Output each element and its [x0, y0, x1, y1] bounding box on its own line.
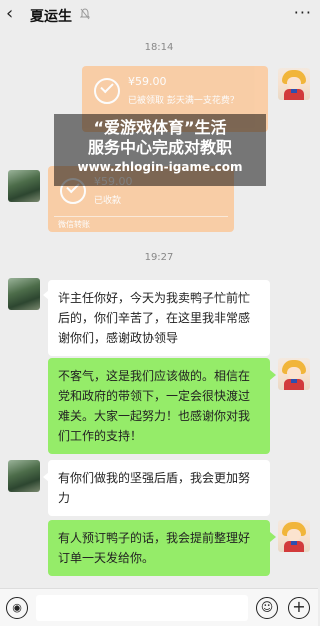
voice-icon[interactable]: ◉: [6, 597, 28, 619]
avatar-self[interactable]: [278, 358, 310, 390]
avatar-self[interactable]: [278, 68, 310, 100]
back-button[interactable]: ‹: [6, 4, 24, 24]
plus-icon[interactable]: +: [288, 597, 310, 619]
emoji-icon[interactable]: ☺: [256, 597, 278, 619]
avatar-contact[interactable]: [8, 278, 40, 310]
timestamp: 19:27: [144, 252, 174, 263]
message-bubble[interactable]: 许主任你好，今天为我卖鸭子忙前忙后的，你们辛苦了，在这里我非常感谢你们，感谢政协…: [48, 280, 270, 356]
watermark-url: www.zhlogin-igame.com: [77, 160, 243, 174]
watermark-overlay: “爱游戏体育”生活 服务中心完成对教职 www.zhlogin-igame.co…: [54, 114, 266, 186]
bubble-tail: [270, 370, 276, 380]
more-options-button[interactable]: ···: [294, 3, 312, 22]
avatar-contact[interactable]: [8, 170, 40, 202]
avatar-contact[interactable]: [8, 460, 40, 492]
transfer-status: 已收款: [94, 196, 122, 206]
message-bubble[interactable]: 有你们做我的坚强后盾，我会更加努力: [48, 460, 270, 516]
mute-icon: [80, 8, 90, 20]
input-bar: ◉ ☺ +: [0, 588, 318, 626]
transfer-status: 已被领取 彭天满一支花费？: [128, 96, 239, 106]
transfer-divider: [54, 216, 228, 217]
chat-title: 夏运生: [30, 9, 72, 25]
message-input[interactable]: [36, 595, 248, 621]
watermark-line: 服务中心完成对教职: [87, 138, 232, 157]
message-bubble[interactable]: 有人预订鸭子的话，我会提前整理好订单一天发给你。: [48, 520, 270, 576]
avatar-self[interactable]: [278, 520, 310, 552]
transfer-amount: ¥59.00: [128, 75, 167, 88]
bubble-tail: [270, 532, 276, 542]
timestamp: 18:14: [144, 42, 174, 53]
watermark-line: “爱游戏体育”生活: [93, 118, 227, 137]
transfer-footer: 微信转账: [58, 220, 90, 229]
message-bubble[interactable]: 不客气，这是我们应该做的。相信在党和政府的带领下，一定会很快渡过难关。大家一起努…: [48, 358, 270, 454]
chat-header: ‹ 夏运生 ···: [0, 0, 318, 28]
